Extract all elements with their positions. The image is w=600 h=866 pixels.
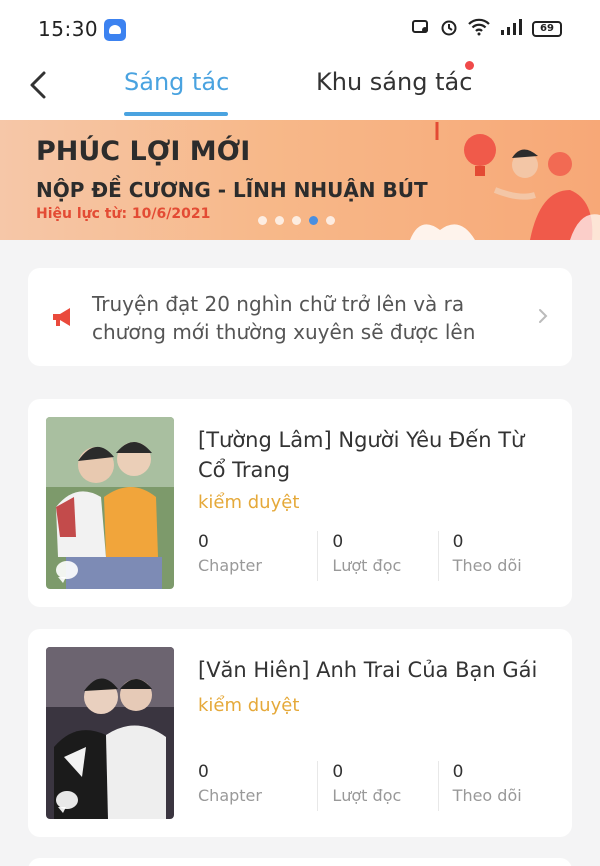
- story-card[interactable]: [Văn Hiên] Anh Trai Của Bạn Gái kiểm duy…: [28, 629, 572, 837]
- carousel-dot-active[interactable]: [309, 216, 318, 225]
- story-card-partial[interactable]: [28, 858, 572, 866]
- status-time: 15:30: [38, 17, 99, 41]
- chevron-right-icon[interactable]: [536, 306, 550, 326]
- top-nav: Sáng tác Khu sáng tác: [0, 58, 600, 120]
- carousel-dots: [258, 216, 335, 225]
- wifi-icon: [468, 18, 490, 40]
- carousel-dot[interactable]: [258, 216, 267, 225]
- story-status: kiểm duyệt: [198, 695, 300, 716]
- story-cover-image[interactable]: [46, 417, 174, 589]
- stat-followers: 0 Theo dõi: [437, 531, 558, 581]
- stat-chapter: 0 Chapter: [198, 531, 317, 581]
- tab-sang-tac[interactable]: Sáng tác: [124, 68, 229, 96]
- screen-record-icon: [412, 19, 430, 39]
- comment-icon: [56, 561, 78, 583]
- notice-text: Truyện đạt 20 nghìn chữ trở lên và ra ch…: [92, 292, 476, 344]
- story-title[interactable]: [Tường Lâm] Người Yêu Đến Từ Cổ Trang: [198, 425, 548, 485]
- carousel-dot[interactable]: [275, 216, 284, 225]
- story-status: kiểm duyệt: [198, 492, 300, 513]
- story-stats: 0 Chapter 0 Lượt đọc 0 Theo dõi: [198, 531, 558, 581]
- story-card[interactable]: [Tường Lâm] Người Yêu Đến Từ Cổ Trang ki…: [28, 399, 572, 607]
- battery-icon: 69: [532, 21, 562, 37]
- stat-reads: 0 Lượt đọc: [317, 761, 437, 811]
- carousel-dot[interactable]: [326, 216, 335, 225]
- back-arrow-icon[interactable]: [24, 68, 54, 102]
- status-bar: 15:30 69: [0, 0, 600, 58]
- stat-label: Chapter: [198, 786, 262, 805]
- stat-value: 0: [198, 762, 209, 782]
- comment-icon: [56, 791, 78, 813]
- tab-khu-sang-tac[interactable]: Khu sáng tác: [316, 68, 472, 96]
- stat-chapter: 0 Chapter: [198, 761, 317, 811]
- stat-reads: 0 Lượt đọc: [317, 531, 437, 581]
- stat-value: 0: [452, 762, 464, 782]
- notice-card[interactable]: Truyện đạt 20 nghìn chữ trở lên và ra ch…: [28, 268, 572, 366]
- stat-value: 0: [332, 532, 344, 552]
- story-title[interactable]: [Văn Hiên] Anh Trai Của Bạn Gái: [198, 655, 548, 685]
- stat-label: Theo dõi: [452, 786, 522, 805]
- notification-dot: [465, 61, 474, 70]
- stat-followers: 0 Theo dõi: [437, 761, 558, 811]
- active-tab-indicator: [124, 112, 228, 116]
- stat-value: 0: [198, 532, 209, 552]
- story-stats: 0 Chapter 0 Lượt đọc 0 Theo dõi: [198, 761, 558, 811]
- story-cover-image[interactable]: [46, 647, 174, 819]
- megaphone-icon: [53, 308, 70, 326]
- signal-icon: [500, 19, 522, 39]
- banner-title: PHÚC LỢI MỚI: [36, 136, 251, 167]
- stat-label: Lượt đọc: [332, 556, 402, 575]
- carousel-dot[interactable]: [292, 216, 301, 225]
- stat-label: Theo dõi: [452, 556, 522, 575]
- stat-value: 0: [452, 532, 464, 552]
- stat-value: 0: [332, 762, 344, 782]
- banner-illustration: [410, 122, 600, 240]
- app-icon: [104, 19, 126, 41]
- promo-banner[interactable]: PHÚC LỢI MỚI NỘP ĐỀ CƯƠNG - LĨNH NHUẬN B…: [0, 120, 600, 240]
- alarm-icon: [440, 18, 458, 40]
- stat-label: Lượt đọc: [332, 786, 402, 805]
- stat-label: Chapter: [198, 556, 262, 575]
- banner-date: Hiệu lực từ: 10/6/2021: [36, 206, 211, 222]
- status-icons: 69: [412, 18, 562, 40]
- banner-subtitle: NỘP ĐỀ CƯƠNG - LĨNH NHUẬN BÚT: [36, 178, 428, 202]
